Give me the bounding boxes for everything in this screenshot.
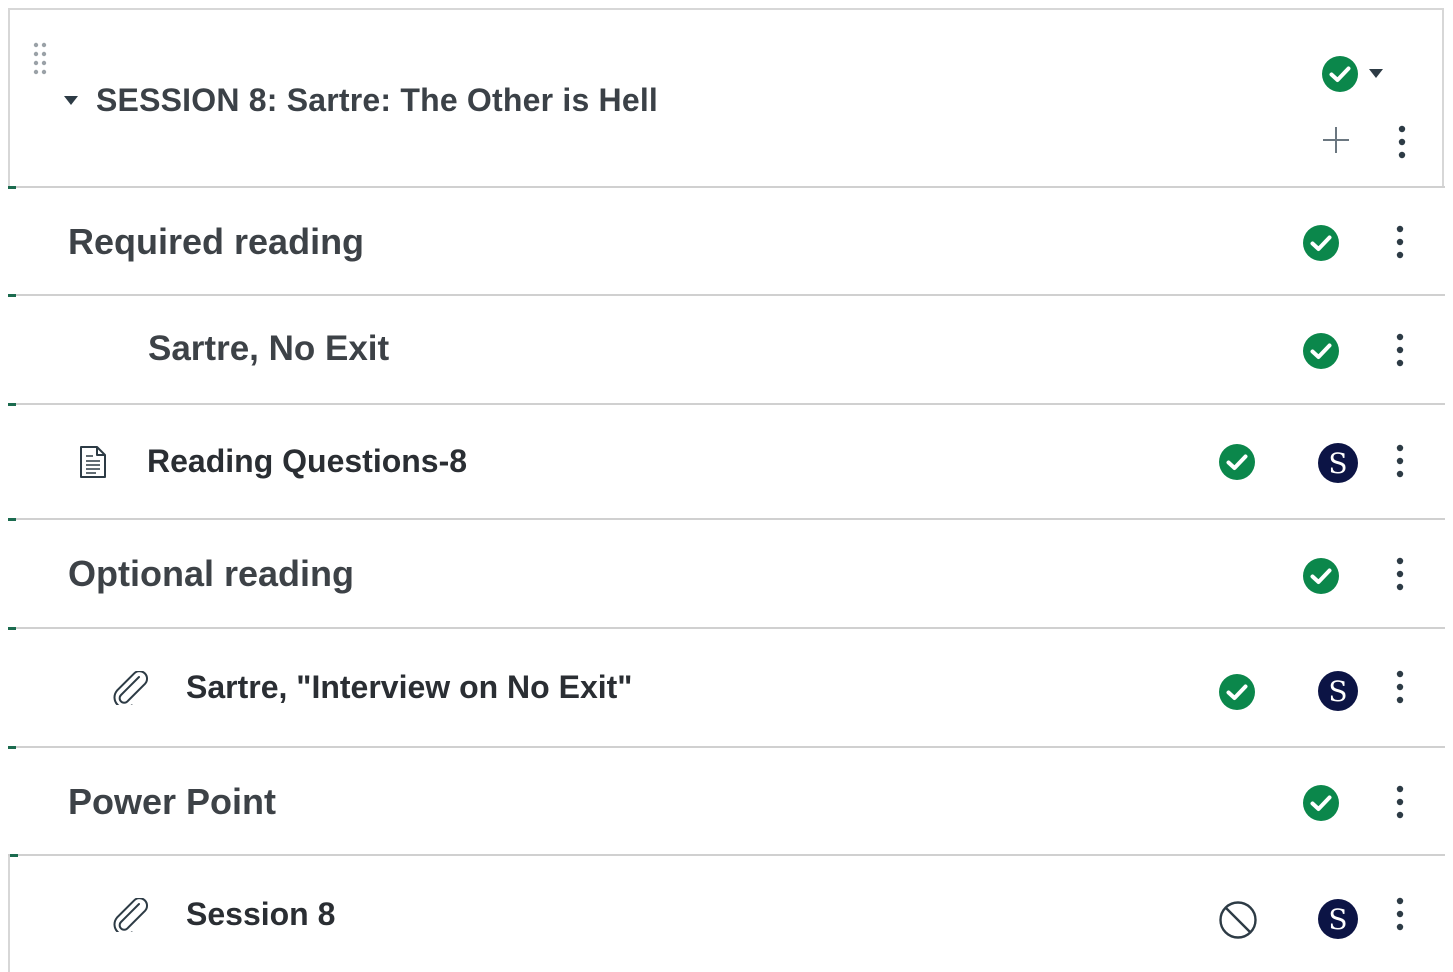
row-edge-marker (8, 746, 16, 749)
publish-status-button[interactable] (1218, 443, 1256, 481)
avatar-letter: S (1328, 903, 1347, 936)
item-menu-button[interactable] (1394, 896, 1406, 932)
item-menu-button[interactable] (1394, 332, 1406, 368)
row-edge-marker (8, 186, 16, 189)
publish-status-button[interactable] (1218, 900, 1258, 940)
item-menu-button[interactable] (1394, 784, 1406, 820)
kebab-menu-icon (1396, 785, 1404, 819)
paperclip-icon (112, 671, 150, 705)
check-circle-icon (1322, 56, 1383, 92)
kebab-menu-icon (1398, 125, 1406, 159)
add-item-button[interactable] (1320, 124, 1352, 156)
row-edge-marker (10, 854, 18, 857)
list-item[interactable]: Optional reading (8, 518, 1445, 629)
kebab-menu-icon (1396, 225, 1404, 259)
item-title-link[interactable]: Reading Questions-8 (147, 443, 467, 480)
plus-icon (1323, 127, 1349, 153)
check-circle-icon (1303, 225, 1339, 261)
check-circle-icon (1303, 558, 1339, 594)
module-menu-button[interactable] (1396, 124, 1408, 160)
kebab-menu-icon (1396, 897, 1404, 931)
kebab-menu-icon (1396, 557, 1404, 591)
check-circle-icon (1303, 333, 1339, 369)
publish-status-button[interactable] (1302, 332, 1340, 370)
item-title-link[interactable]: Sartre, "Interview on No Exit" (186, 669, 632, 706)
document-icon (78, 445, 108, 479)
row-edge-marker (8, 403, 16, 406)
publish-status-button[interactable] (1302, 784, 1340, 822)
row-edge-marker (8, 294, 16, 297)
subheader-title[interactable]: Optional reading (68, 553, 354, 595)
item-menu-button[interactable] (1394, 443, 1406, 479)
kebab-menu-icon (1396, 333, 1404, 367)
subheader-title[interactable]: Sartre, No Exit (148, 329, 389, 369)
list-item[interactable]: Reading Questions-8 S (8, 403, 1445, 520)
caret-down-icon[interactable] (64, 96, 78, 105)
list-item[interactable]: Power Point (8, 746, 1445, 856)
list-item[interactable]: Sartre, "Interview on No Exit" S (8, 627, 1445, 748)
publish-status-button[interactable] (1218, 673, 1256, 711)
subheader-title[interactable]: Required reading (68, 221, 364, 263)
item-menu-button[interactable] (1394, 224, 1406, 260)
module-page: SESSION 8: Sartre: The Other is Hell Req… (0, 0, 1453, 972)
module-publish-dropdown[interactable] (1320, 54, 1392, 94)
s-avatar-icon[interactable]: S (1317, 898, 1359, 940)
list-item[interactable]: Session 8 S (8, 854, 1445, 972)
item-menu-button[interactable] (1394, 556, 1406, 592)
avatar-letter: S (1328, 675, 1347, 708)
avatar-letter: S (1328, 447, 1347, 480)
item-title-link[interactable]: Session 8 (186, 896, 335, 933)
drag-handle-icon[interactable] (32, 42, 48, 76)
row-edge-marker (8, 627, 16, 630)
paperclip-icon (112, 898, 150, 932)
s-avatar-icon[interactable]: S (1317, 670, 1359, 712)
list-item[interactable]: Sartre, No Exit (8, 294, 1445, 405)
kebab-menu-icon (1396, 444, 1404, 478)
check-circle-icon (1219, 444, 1255, 480)
list-item[interactable]: Required reading (8, 186, 1445, 296)
s-avatar-icon[interactable]: S (1317, 442, 1359, 484)
subheader-title[interactable]: Power Point (68, 781, 276, 823)
kebab-menu-icon (1396, 670, 1404, 704)
check-circle-icon (1219, 674, 1255, 710)
module-title[interactable]: SESSION 8: Sartre: The Other is Hell (96, 82, 658, 119)
module-header: SESSION 8: Sartre: The Other is Hell (8, 8, 1444, 187)
check-circle-icon (1303, 785, 1339, 821)
row-edge-marker (8, 518, 16, 521)
item-menu-button[interactable] (1394, 669, 1406, 705)
no-circle-icon (1219, 901, 1257, 939)
publish-status-button[interactable] (1302, 557, 1340, 595)
publish-status-button[interactable] (1302, 224, 1340, 262)
